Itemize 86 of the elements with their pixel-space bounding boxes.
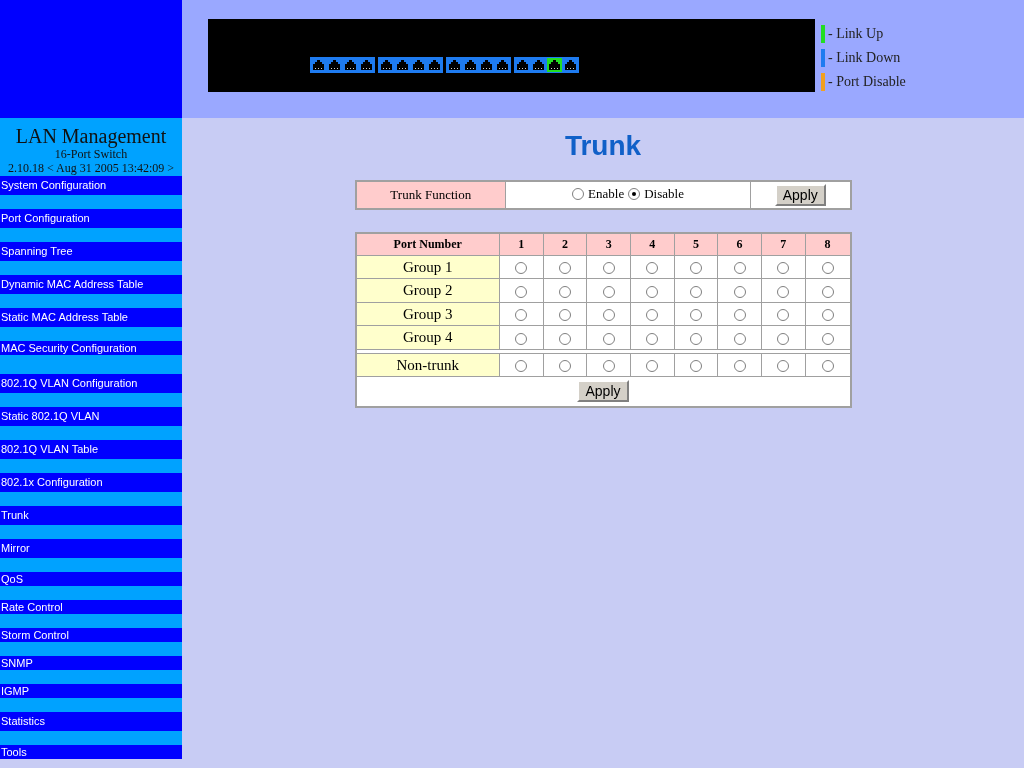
radio-button[interactable] [602,360,615,372]
radio-button[interactable] [821,332,834,345]
row-label: Group 1 [355,255,500,279]
sidebar-link[interactable]: System Configuration [0,176,182,195]
apply-button[interactable]: Apply [577,380,629,403]
sidebar-link[interactable]: Dynamic MAC Address Table [0,275,182,294]
column-header: 2 [543,233,587,255]
radio-button[interactable] [602,262,615,274]
column-header: 4 [630,233,675,255]
row-label: Group 3 [355,302,500,326]
radio-button[interactable] [777,332,790,345]
row-label: Non-trunk [355,353,500,377]
radio-button[interactable] [602,309,615,321]
radio-button[interactable] [777,262,790,274]
column-header: 6 [717,233,762,255]
radio-button[interactable] [515,360,528,372]
radio-button[interactable] [821,360,834,372]
sidebar-link[interactable]: 802.1Q VLAN Configuration [0,374,182,393]
sidebar-link[interactable]: Spanning Tree [0,242,182,261]
radio-button[interactable] [733,309,746,321]
radio-label: Enable [588,185,625,204]
radio-button[interactable] [777,309,790,321]
sidebar-link[interactable]: Storm Control [0,628,182,642]
radio-button[interactable] [559,285,571,298]
radio-label: Disable [644,185,684,204]
radio-button[interactable] [602,332,615,345]
radio-button[interactable] [602,285,615,298]
radio-button[interactable] [559,360,571,372]
legend-label: - Port Disable [828,73,906,91]
radio-button[interactable] [689,285,702,298]
radio-button[interactable] [733,285,746,298]
column-header: 5 [674,233,718,255]
app-title: LAN Management [15,126,167,146]
radio-button[interactable] [646,332,659,345]
column-header: 7 [761,233,806,255]
radio-button[interactable] [559,262,571,274]
firmware-version: 2.10.18 < Aug 31 2005 13:42:09 > [7,162,175,174]
sidebar-link[interactable]: Rate Control [0,600,182,614]
radio-button[interactable] [777,285,790,298]
sidebar-link[interactable]: Static 802.1Q VLAN [0,407,182,426]
radio-button[interactable] [821,309,834,321]
radio-button[interactable] [733,262,746,274]
radio-button[interactable] [646,262,659,274]
radio-button[interactable] [821,262,834,274]
column-header: 3 [586,233,631,255]
page-title: Trunk [564,129,642,163]
radio-button[interactable] [689,262,702,274]
row-label: Group 4 [355,325,500,349]
radio-button[interactable] [689,360,702,372]
legend-label: - Link Up [828,25,884,43]
radio-button[interactable] [689,309,702,321]
radio-button[interactable] [515,262,528,274]
device-name: 16-Port Switch [54,148,128,160]
sidebar-link[interactable]: IGMP [0,684,182,698]
radio-button[interactable] [646,360,659,372]
sidebar-link[interactable]: 802.1Q VLAN Table [0,440,182,459]
radio-button[interactable] [689,332,702,345]
sidebar-link[interactable]: Static MAC Address Table [0,308,182,327]
radio-button[interactable] [515,332,528,345]
radio-button[interactable] [515,285,528,298]
radio-button[interactable] [777,360,790,372]
sidebar-link[interactable]: SNMP [0,656,182,670]
sidebar-link[interactable]: Mirror [0,539,182,558]
sidebar-link[interactable]: Statistics [0,712,182,731]
legend-label: - Link Down [828,49,901,67]
radio-button[interactable] [572,188,585,201]
radio-button[interactable] [515,309,528,321]
trunk-function-label: Trunk Function [355,181,506,209]
apply-button[interactable]: Apply [774,184,826,206]
radio-button[interactable] [646,285,659,298]
radio-button[interactable] [559,309,571,321]
sidebar-link[interactable]: MAC Security Configuration [0,341,182,355]
radio-button[interactable] [733,360,746,372]
row-label: Group 2 [355,278,500,302]
sidebar-link[interactable]: Tools [0,745,182,759]
sidebar-link[interactable]: Port Configuration [0,209,182,228]
column-header: 1 [499,233,544,255]
sidebar-link[interactable]: 802.1x Configuration [0,473,182,492]
sidebar-link[interactable]: QoS [0,572,182,586]
sidebar-link[interactable]: Trunk [0,506,182,525]
radio-button[interactable] [628,188,641,201]
radio-button[interactable] [821,285,834,298]
radio-button[interactable] [559,332,571,345]
column-header: Port Number [355,233,500,255]
radio-button[interactable] [733,332,746,345]
radio-button[interactable] [646,309,659,321]
